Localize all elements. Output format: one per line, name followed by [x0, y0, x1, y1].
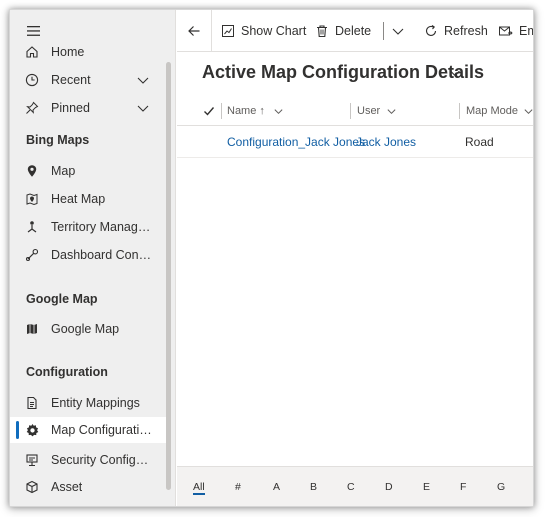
dashboard-config-icon — [24, 247, 40, 263]
cell-name-link[interactable]: Configuration_Jack Jones — [227, 126, 365, 158]
pin-icon — [24, 100, 40, 116]
sidebar-item-territory-management[interactable]: Territory Manage... — [10, 214, 170, 240]
cube-icon — [24, 479, 40, 495]
sidebar-item-label: Dashboard Config... — [51, 248, 153, 262]
chart-icon — [222, 25, 234, 37]
sidebar-item-label: Recent — [51, 73, 91, 87]
cell-user-link[interactable]: Jack Jones — [356, 126, 416, 158]
chevron-down-icon — [387, 108, 396, 114]
sidebar-item-label: Map — [51, 164, 76, 178]
column-header-label: Name ↑ — [227, 105, 265, 117]
show-chart-button[interactable]: Show Chart — [221, 10, 306, 52]
chevron-down-icon[interactable] — [136, 101, 150, 115]
command-bar: Show Chart Delete Refresh Emai — [177, 10, 533, 52]
sidebar-item-map-configuration[interactable]: Map Configuratio... — [10, 417, 170, 443]
sidebar-item-label: Security Configur... — [51, 453, 153, 467]
column-header-label: Map Mode — [466, 105, 518, 117]
delete-button[interactable]: Delete — [315, 10, 371, 52]
territory-icon — [24, 219, 40, 235]
document-icon — [24, 395, 40, 411]
back-arrow-icon — [188, 26, 200, 36]
sidebar-item-home[interactable]: Home — [10, 39, 170, 65]
sidebar-item-asset[interactable]: Asset — [10, 474, 170, 500]
delete-label: Delete — [335, 24, 372, 38]
column-divider — [459, 103, 460, 119]
section-header-bing-maps: Bing Maps — [26, 133, 90, 147]
back-button[interactable] — [187, 10, 207, 52]
security-config-icon — [24, 452, 40, 468]
email-icon — [499, 26, 513, 36]
chevron-down-icon — [274, 108, 283, 114]
heat-map-icon — [24, 191, 40, 207]
select-all-checkbox[interactable] — [203, 96, 215, 126]
sidebar-item-heat-map[interactable]: Heat Map — [10, 186, 170, 212]
sidebar-item-security-configuration[interactable]: Security Configur... — [10, 447, 170, 473]
column-divider — [350, 103, 351, 119]
show-chart-label: Show Chart — [241, 24, 307, 38]
sidebar-item-label: Heat Map — [51, 192, 106, 206]
jump-f[interactable]: F — [460, 481, 466, 493]
jump-e[interactable]: E — [423, 481, 430, 493]
sidebar: Home Recent Pinned Bing Maps Map Heat Ma… — [10, 10, 176, 506]
sidebar-scrollbar[interactable] — [166, 62, 171, 490]
sidebar-item-entity-mappings[interactable]: Entity Mappings — [10, 390, 170, 416]
grid-header: Name ↑ User Map Mode — [177, 96, 533, 126]
section-header-google-map: Google Map — [26, 292, 98, 306]
column-header-user[interactable]: User — [357, 96, 397, 126]
clock-icon — [24, 72, 40, 88]
checkmark-icon — [204, 107, 215, 116]
sidebar-item-label: Home — [51, 45, 85, 59]
sidebar-item-label: Entity Mappings — [51, 396, 140, 410]
section-header-configuration: Configuration — [26, 365, 108, 379]
email-link-button[interactable]: Emai — [498, 10, 533, 52]
refresh-icon — [425, 25, 437, 36]
jump-all[interactable]: All — [193, 481, 205, 495]
home-icon — [24, 44, 40, 60]
sidebar-item-label: Territory Manage... — [51, 220, 153, 234]
sidebar-item-label: Pinned — [51, 101, 90, 115]
chevron-down-icon — [524, 108, 533, 114]
jump-g[interactable]: G — [497, 481, 505, 493]
jump-b[interactable]: B — [310, 481, 317, 493]
gear-icon — [24, 422, 40, 438]
sidebar-item-map[interactable]: Map — [10, 158, 170, 184]
column-header-name[interactable]: Name ↑ — [227, 96, 284, 126]
refresh-button[interactable]: Refresh — [424, 10, 488, 52]
divider — [383, 22, 384, 40]
refresh-label: Refresh — [444, 24, 488, 38]
divider — [211, 10, 212, 52]
hamburger-menu-icon[interactable] — [26, 24, 42, 38]
column-header-map-mode[interactable]: Map Mode — [466, 96, 533, 126]
more-options-dropdown[interactable] — [391, 10, 411, 52]
sidebar-item-label: Google Map — [51, 322, 120, 336]
table-row[interactable]: Configuration_Jack Jones Jack Jones Road — [177, 126, 533, 158]
page-title: Active Map Configuration Details — [202, 62, 485, 82]
map-marker-icon — [24, 163, 40, 179]
jump-c[interactable]: C — [347, 481, 355, 493]
alphabet-jump-bar: All # A B C D E F G — [177, 466, 533, 506]
sidebar-item-label: Asset — [51, 480, 83, 494]
view-selector-chevron-icon[interactable] — [448, 66, 462, 80]
sidebar-item-pinned[interactable]: Pinned — [10, 95, 170, 121]
column-header-label: User — [357, 105, 381, 117]
trash-icon — [317, 25, 327, 38]
cell-map-mode: Road — [465, 135, 494, 149]
column-divider — [221, 103, 222, 119]
jump-hash[interactable]: # — [235, 481, 241, 493]
sidebar-item-dashboard-configuration[interactable]: Dashboard Config... — [10, 242, 170, 268]
sidebar-item-recent[interactable]: Recent — [10, 67, 170, 93]
jump-a[interactable]: A — [273, 481, 280, 493]
chevron-down-icon — [392, 28, 404, 35]
email-label: Emai — [519, 24, 533, 38]
chevron-down-icon[interactable] — [136, 73, 150, 87]
sidebar-item-google-map[interactable]: Google Map — [10, 316, 170, 342]
jump-d[interactable]: D — [385, 481, 393, 493]
app-window: Home Recent Pinned Bing Maps Map Heat Ma… — [9, 9, 534, 507]
folded-map-icon — [24, 321, 40, 337]
sidebar-item-label: Map Configuratio... — [51, 423, 153, 437]
